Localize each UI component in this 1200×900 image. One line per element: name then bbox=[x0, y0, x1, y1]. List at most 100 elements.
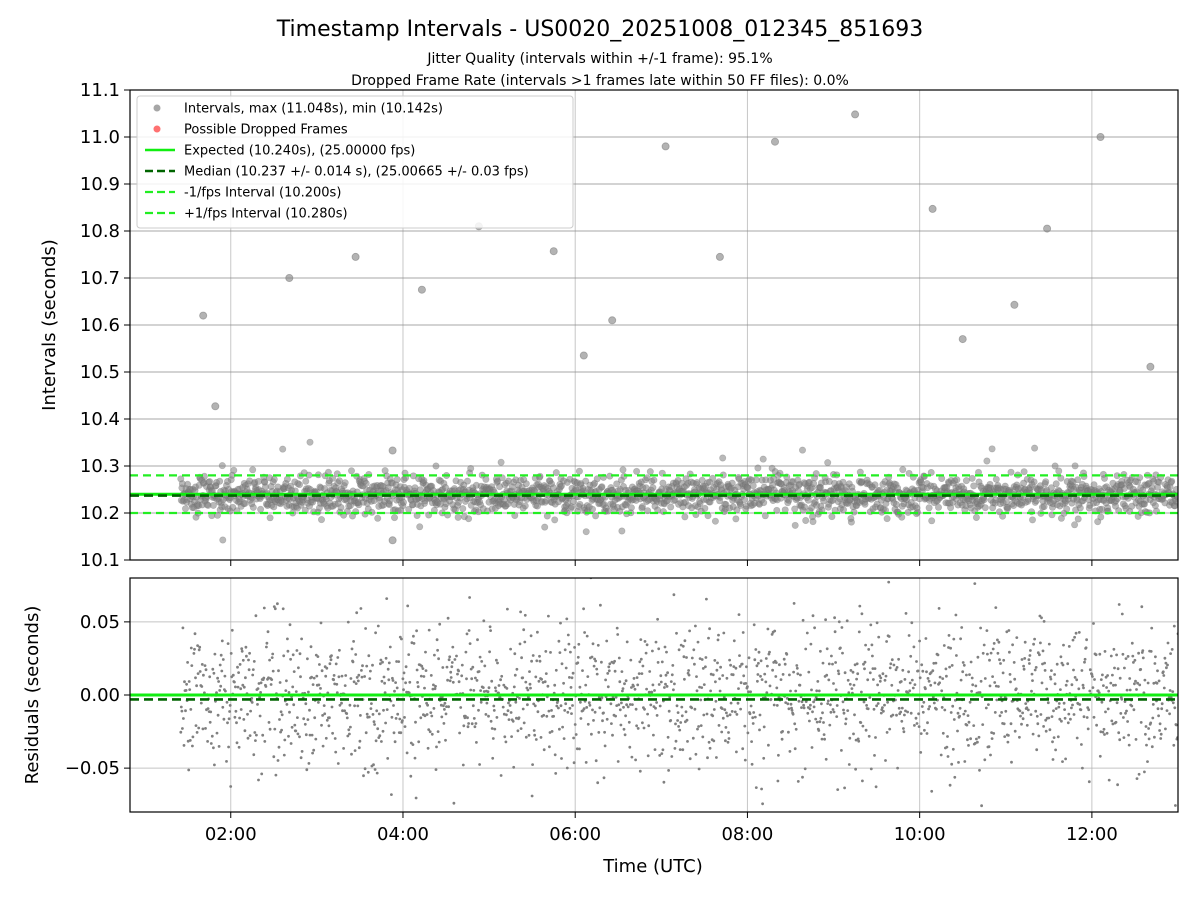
data-point bbox=[472, 717, 476, 720]
data-point bbox=[192, 545, 195, 548]
data-point bbox=[675, 631, 678, 635]
data-point bbox=[508, 704, 512, 707]
data-point bbox=[712, 708, 716, 711]
data-point bbox=[515, 667, 519, 671]
data-point bbox=[634, 707, 638, 711]
data-point bbox=[607, 665, 611, 669]
data-point bbox=[1008, 650, 1011, 654]
data-point bbox=[888, 727, 892, 731]
data-point bbox=[1029, 516, 1037, 524]
data-point bbox=[584, 683, 588, 687]
data-point bbox=[970, 689, 973, 693]
data-point bbox=[345, 716, 349, 720]
data-point bbox=[357, 673, 361, 677]
data-point bbox=[537, 679, 541, 683]
data-point bbox=[335, 682, 339, 686]
data-point bbox=[917, 712, 920, 716]
data-point bbox=[427, 628, 431, 632]
data-point bbox=[883, 515, 891, 523]
data-point bbox=[695, 689, 699, 693]
data-point bbox=[277, 745, 281, 749]
data-point bbox=[923, 728, 926, 732]
data-point bbox=[764, 657, 768, 660]
data-point bbox=[473, 725, 477, 729]
data-point bbox=[591, 708, 594, 712]
data-point bbox=[867, 734, 871, 738]
data-point bbox=[836, 788, 840, 791]
data-point bbox=[656, 617, 659, 621]
data-point bbox=[270, 656, 274, 659]
data-point bbox=[1173, 706, 1177, 710]
legend-label: -1/fps Interval (10.200s) bbox=[184, 186, 341, 201]
data-point bbox=[730, 710, 734, 713]
data-point bbox=[832, 710, 836, 714]
data-point bbox=[1031, 679, 1034, 682]
data-point bbox=[230, 628, 234, 632]
data-point bbox=[529, 634, 533, 638]
data-point bbox=[691, 736, 695, 740]
data-point bbox=[592, 719, 595, 722]
data-point bbox=[968, 700, 972, 704]
data-point bbox=[1125, 688, 1129, 692]
data-point bbox=[692, 648, 696, 652]
data-point bbox=[586, 675, 590, 678]
data-point bbox=[225, 700, 229, 704]
data-point bbox=[753, 715, 757, 719]
data-point bbox=[673, 747, 677, 750]
y-tick-label: 10.9 bbox=[80, 174, 120, 195]
data-point bbox=[902, 727, 905, 730]
data-point bbox=[383, 681, 386, 685]
data-point bbox=[336, 656, 340, 659]
data-point bbox=[752, 623, 756, 627]
data-point bbox=[534, 675, 538, 679]
data-point bbox=[678, 728, 682, 732]
data-point bbox=[699, 724, 703, 727]
data-point bbox=[1073, 676, 1077, 679]
data-point bbox=[632, 677, 636, 680]
data-point bbox=[882, 709, 885, 713]
data-point bbox=[643, 640, 647, 643]
data-point bbox=[714, 680, 717, 684]
data-point bbox=[434, 684, 437, 688]
data-point bbox=[500, 674, 504, 678]
data-point bbox=[1007, 629, 1011, 632]
data-point bbox=[403, 716, 406, 719]
data-point bbox=[460, 663, 464, 667]
data-point bbox=[477, 708, 480, 712]
data-point bbox=[398, 717, 402, 721]
data-point bbox=[682, 655, 686, 659]
data-point bbox=[219, 536, 227, 544]
data-point bbox=[493, 727, 497, 731]
data-point bbox=[667, 769, 670, 772]
data-point bbox=[759, 455, 767, 463]
data-point bbox=[230, 466, 238, 474]
data-point bbox=[1003, 735, 1007, 738]
data-point bbox=[984, 706, 988, 710]
y-tick-label: 10.8 bbox=[80, 221, 120, 242]
data-point bbox=[236, 685, 240, 689]
data-point bbox=[908, 689, 912, 693]
data-point bbox=[474, 676, 477, 680]
data-point bbox=[781, 730, 784, 733]
data-point bbox=[221, 705, 225, 709]
data-point bbox=[603, 730, 606, 734]
data-point bbox=[553, 683, 557, 687]
data-point bbox=[782, 657, 786, 661]
data-point bbox=[979, 679, 983, 683]
data-point bbox=[952, 637, 956, 641]
data-point bbox=[399, 498, 407, 506]
data-point bbox=[799, 673, 802, 677]
data-point bbox=[461, 763, 465, 767]
data-point bbox=[282, 654, 286, 658]
data-point bbox=[726, 740, 730, 744]
outlier-point bbox=[388, 446, 397, 455]
data-point bbox=[835, 715, 839, 718]
data-point bbox=[723, 708, 727, 712]
data-point bbox=[1107, 689, 1111, 693]
data-point bbox=[959, 678, 963, 682]
data-point bbox=[697, 725, 700, 728]
data-point bbox=[1047, 716, 1051, 720]
legend-marker-intervals bbox=[153, 104, 161, 112]
data-point bbox=[753, 658, 757, 662]
data-point bbox=[872, 678, 875, 681]
